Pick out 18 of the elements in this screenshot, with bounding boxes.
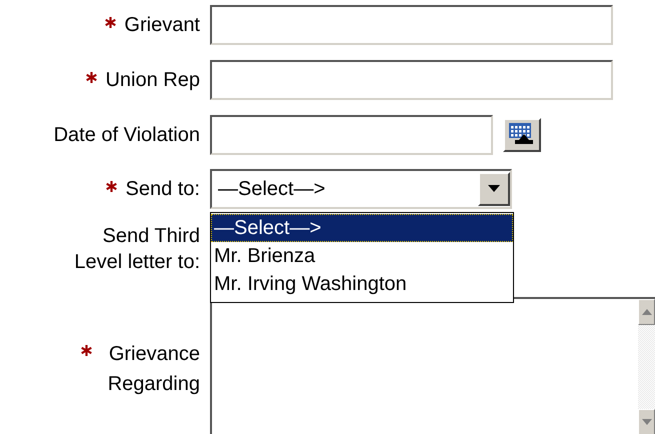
dropdown-option[interactable]: Mr. Brienza — [211, 242, 513, 270]
date-field[interactable] — [210, 115, 493, 155]
input-field[interactable] — [210, 5, 613, 45]
field-label: Union Rep — [105, 68, 200, 92]
calendar-button[interactable] — [503, 118, 541, 152]
down-arrow-icon — [642, 419, 652, 425]
field-label: Send to: — [125, 178, 200, 200]
dropdown-option[interactable]: —Select—> — [211, 214, 513, 242]
field-label: Grievance Regarding — [106, 342, 200, 397]
caret-icon — [488, 185, 500, 193]
input-field[interactable] — [210, 60, 613, 100]
field-label: Grievant — [124, 14, 200, 36]
scrollbar[interactable] — [638, 299, 655, 434]
field-label: Send Third Level letter to: — [73, 224, 200, 275]
dropdown-field[interactable]: —Select—> — [210, 169, 512, 209]
field-label: Date of Violation — [54, 124, 200, 146]
dropdown-option[interactable]: Mr. Irving Washington — [211, 270, 513, 298]
up-arrow-icon — [642, 309, 652, 315]
